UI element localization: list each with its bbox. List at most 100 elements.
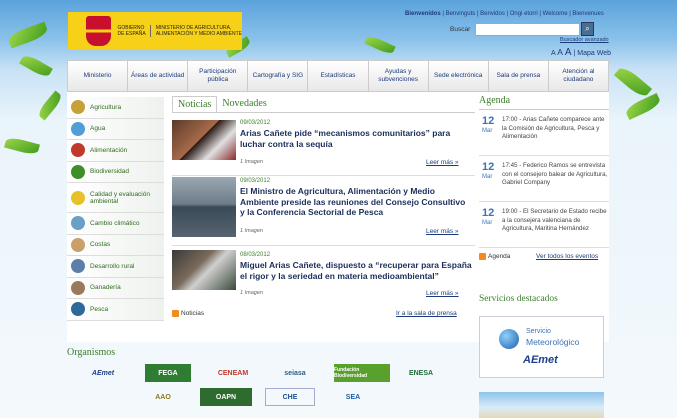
org-logo-ceneam[interactable]: CENEAM: [207, 364, 259, 382]
search-button[interactable]: ⌕: [581, 22, 594, 36]
cloud-icon: [71, 216, 85, 231]
sidebar-item-label: Cambio climático: [90, 219, 140, 227]
org-logo-aemet[interactable]: AEmet: [78, 364, 128, 382]
sitemap-link[interactable]: | Mapa Web: [574, 50, 612, 57]
event-day: 12: [482, 207, 495, 219]
sidebar-item-agua[interactable]: Agua: [67, 118, 164, 140]
aemet-logo: AEmet: [523, 354, 558, 366]
press-room-link[interactable]: Ir a la sala de prensa: [396, 310, 457, 317]
nav-cartografia[interactable]: Cartografía y SIG: [248, 61, 309, 91]
nav-participacion[interactable]: Participación pública: [188, 61, 249, 91]
news-thumbnail[interactable]: [172, 120, 236, 160]
leaf-decoration: [36, 90, 64, 121]
sidebar-item-ganaderia[interactable]: Ganadería: [67, 277, 164, 299]
event-text: 17:00 - Arias Cañete comparece ante la C…: [502, 116, 605, 140]
font-medium-button[interactable]: A: [557, 47, 563, 57]
event-day: 12: [482, 161, 495, 173]
wheat-icon: [71, 100, 85, 115]
event-month: Mar: [482, 174, 493, 180]
event-text: 17:45 - Federico Ramos se entrevista con…: [502, 162, 608, 186]
org-logo-aao[interactable]: AAO: [138, 388, 188, 406]
category-sidebar: Agricultura Agua Alimentación Biodiversi…: [67, 97, 164, 321]
advanced-search-link[interactable]: Buscador avanzado: [560, 37, 609, 43]
org-logo-sea[interactable]: SEA: [328, 388, 378, 406]
agenda-event[interactable]: 12 Mar 19:00 - El Secretario de Estado r…: [479, 202, 609, 248]
fish-icon: [71, 302, 85, 317]
coast-icon: [71, 237, 85, 252]
read-more-link[interactable]: Leer más »: [426, 228, 459, 235]
news-item: 09/03/2012 El Ministro de Agricultura, A…: [172, 176, 475, 246]
news-date: 09/03/2012: [240, 120, 271, 126]
sidebar-item-alimentacion[interactable]: Alimentación: [67, 140, 164, 162]
nav-estadisticas[interactable]: Estadísticas: [308, 61, 369, 91]
sidebar-item-calidad[interactable]: Calidad y evaluación ambiental: [67, 183, 164, 213]
news-title[interactable]: El Ministro de Agricultura, Alimentación…: [240, 186, 472, 218]
event-day: 12: [482, 115, 495, 127]
font-large-button[interactable]: A: [565, 47, 572, 58]
news-image-count: 1 Imagen: [240, 159, 263, 165]
sidebar-item-desarrollo-rural[interactable]: Desarrollo rural: [67, 256, 164, 278]
tab-divider: [172, 112, 475, 113]
news-thumbnail[interactable]: [172, 250, 236, 290]
nav-sede[interactable]: Sede electrónica: [429, 61, 489, 91]
sidebar-item-label: Ganadería: [90, 284, 121, 292]
news-item: 09/03/2012 Arias Cañete pide “mecanismos…: [172, 114, 475, 176]
rss-label: Agenda: [488, 253, 511, 261]
nav-areas[interactable]: Áreas de actividad: [128, 61, 189, 91]
search-input[interactable]: [475, 23, 580, 36]
nav-prensa[interactable]: Sala de prensa: [489, 61, 549, 91]
globe-icon: [499, 329, 519, 349]
agenda-panel: Agenda 12 Mar 17:00 - Arias Cañete compa…: [479, 92, 609, 265]
nav-atencion[interactable]: Atención al ciudadano: [549, 61, 608, 91]
sidebar-item-label: Biodiversidad: [90, 168, 130, 176]
font-small-button[interactable]: A: [551, 50, 555, 57]
agenda-rss-link[interactable]: Agenda: [479, 253, 510, 260]
search-label: Buscar: [450, 26, 471, 33]
read-more-link[interactable]: Leer más »: [426, 290, 459, 297]
tab-novedades[interactable]: Novedades: [217, 96, 271, 112]
main-nav: Ministerio Áreas de actividad Participac…: [67, 60, 609, 92]
news-title[interactable]: Arias Cañete pide “mecanismos comunitari…: [240, 128, 472, 149]
services-title: Servicios destacados: [479, 294, 558, 304]
text-size-tools: A A A | Mapa Web: [551, 47, 611, 58]
aemet-service-banner[interactable]: Servicio Meteorológico AEmet: [479, 316, 604, 378]
nav-ayudas[interactable]: Ayudas y subvenciones: [369, 61, 429, 91]
event-month: Mar: [482, 220, 493, 226]
org-logo-enesa[interactable]: ENESA: [398, 364, 444, 382]
read-more-link[interactable]: Leer más »: [426, 159, 459, 166]
welcome-text: Bienvenidos: [405, 11, 441, 17]
sidebar-item-agricultura[interactable]: Agricultura: [67, 97, 164, 119]
see-all-events-link[interactable]: Ver todos los eventos: [536, 253, 598, 260]
agenda-footer: Agenda Ver todos los eventos: [479, 251, 609, 265]
news-tabs: Noticias Novedades: [172, 96, 272, 112]
ministry-logo[interactable]: GOBIERNO DE ESPAÑA MINISTERIO DE AGRICUL…: [68, 12, 242, 50]
rss-icon: [172, 310, 179, 317]
sidebar-item-pesca[interactable]: Pesca: [67, 299, 164, 321]
news-image-count: 1 Imagen: [240, 228, 263, 234]
org-logo-che[interactable]: CHE: [265, 388, 315, 406]
service-line1: Servicio: [526, 328, 551, 335]
sidebar-item-label: Costas: [90, 241, 111, 249]
sidebar-item-costas[interactable]: Costas: [67, 234, 164, 256]
news-title[interactable]: Miguel Arias Cañete, dispuesto a “recupe…: [240, 260, 472, 281]
sidebar-item-biodiversidad[interactable]: Biodiversidad: [67, 161, 164, 183]
cow-icon: [71, 280, 85, 295]
org-logo-fundacion[interactable]: Fundación Biodiversidad: [334, 364, 390, 382]
agenda-event[interactable]: 12 Mar 17:45 - Federico Ramos se entrevi…: [479, 156, 609, 202]
leaf-decoration: [623, 93, 663, 120]
sunflower-icon: [71, 190, 85, 205]
language-list[interactable]: | Benvinguts | Benvidos | Ongi etorri | …: [442, 11, 603, 17]
org-logo-oapn[interactable]: OAPN: [200, 388, 252, 406]
agenda-event[interactable]: 12 Mar 17:00 - Arias Cañete comparece an…: [479, 110, 609, 156]
news-item: 08/03/2012 Miguel Arias Cañete, dispuest…: [172, 246, 475, 308]
news-rss-link[interactable]: Noticias: [172, 310, 204, 317]
org-logo-seiasa[interactable]: seiasa: [270, 364, 320, 382]
plant-icon: [71, 164, 85, 179]
sidebar-item-cambio-climatico[interactable]: Cambio climático: [67, 213, 164, 235]
sidebar-item-label: Desarrollo rural: [90, 262, 135, 270]
tab-noticias[interactable]: Noticias: [172, 96, 218, 112]
news-thumbnail[interactable]: [172, 177, 236, 237]
org-logo-fega[interactable]: FEGA: [145, 364, 191, 382]
nav-ministerio[interactable]: Ministerio: [68, 61, 129, 91]
beach-banner[interactable]: [479, 392, 604, 418]
